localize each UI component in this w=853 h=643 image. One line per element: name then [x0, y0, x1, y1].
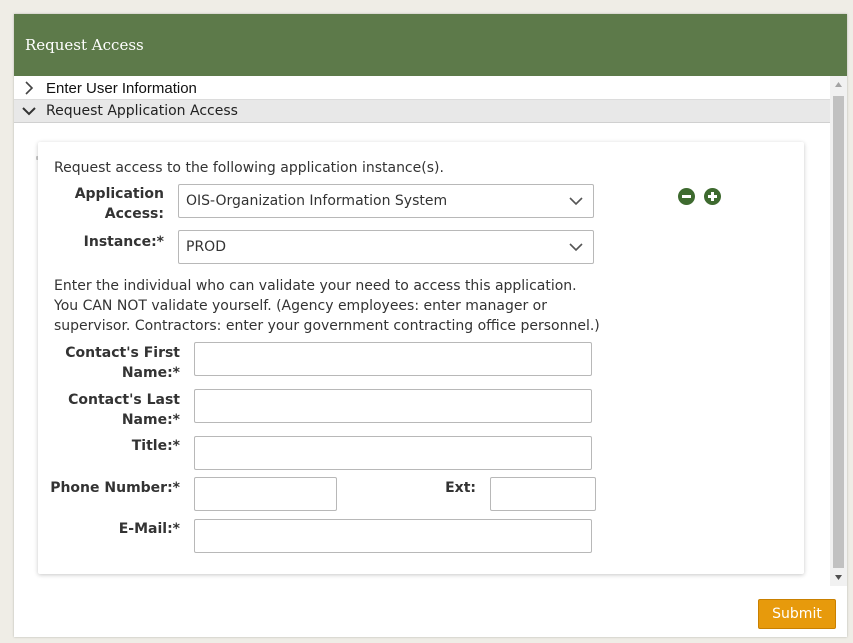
intro-text: Request access to the following applicat…	[54, 160, 444, 176]
phone-number-label: Phone Number:*	[50, 480, 180, 496]
accordion-label-application-access: Request Application Access	[46, 103, 238, 119]
request-access-dialog: Request Access Enter User Information Re…	[14, 14, 847, 637]
accordion-header-user-information[interactable]: Enter User Information	[14, 77, 830, 100]
email-input[interactable]	[194, 519, 592, 553]
instance-label: Instance:*	[83, 234, 164, 250]
scroll-up-arrow-icon[interactable]	[834, 81, 843, 88]
application-access-value: OIS-Organization Information System	[186, 193, 448, 209]
chevron-down-icon	[569, 243, 583, 252]
chevron-down-icon	[22, 107, 36, 116]
last-name-label: Contact's Last Name:*	[68, 392, 180, 428]
email-label: E-Mail:*	[118, 521, 180, 537]
first-name-label: Contact's First Name:*	[65, 345, 180, 381]
first-name-input[interactable]	[194, 342, 592, 376]
submit-button[interactable]: Submit	[758, 599, 836, 629]
scroll-down-arrow-icon[interactable]	[834, 574, 843, 581]
dialog-title: Request Access	[25, 36, 144, 54]
add-application-button[interactable]	[704, 188, 721, 205]
accordion-label-user-information: Enter User Information	[46, 79, 197, 97]
accordion-header-application-access[interactable]: Request Application Access	[14, 100, 830, 123]
instance-select[interactable]: PROD	[178, 230, 594, 264]
application-access-label: Application Access:	[74, 186, 164, 222]
validator-instructions: Enter the individual who can validate yo…	[54, 278, 600, 334]
application-access-panel: Request access to the following applicat…	[38, 142, 804, 574]
title-input[interactable]	[194, 436, 592, 470]
chevron-down-icon	[569, 197, 583, 206]
dialog-titlebar: Request Access	[14, 14, 847, 76]
ext-input[interactable]	[490, 477, 596, 511]
chevron-right-icon	[25, 81, 34, 95]
plus-circle-icon	[708, 192, 717, 201]
title-label: Title:*	[131, 438, 180, 454]
scrollbar-thumb[interactable]	[833, 96, 844, 568]
phone-number-input[interactable]	[194, 477, 337, 511]
minus-circle-icon	[682, 195, 691, 198]
last-name-input[interactable]	[194, 389, 592, 423]
instance-value: PROD	[186, 239, 226, 255]
vertical-scrollbar[interactable]	[830, 76, 847, 586]
remove-application-button[interactable]	[678, 188, 695, 205]
application-access-select[interactable]: OIS-Organization Information System	[178, 184, 594, 218]
ext-label: Ext:	[445, 480, 476, 496]
